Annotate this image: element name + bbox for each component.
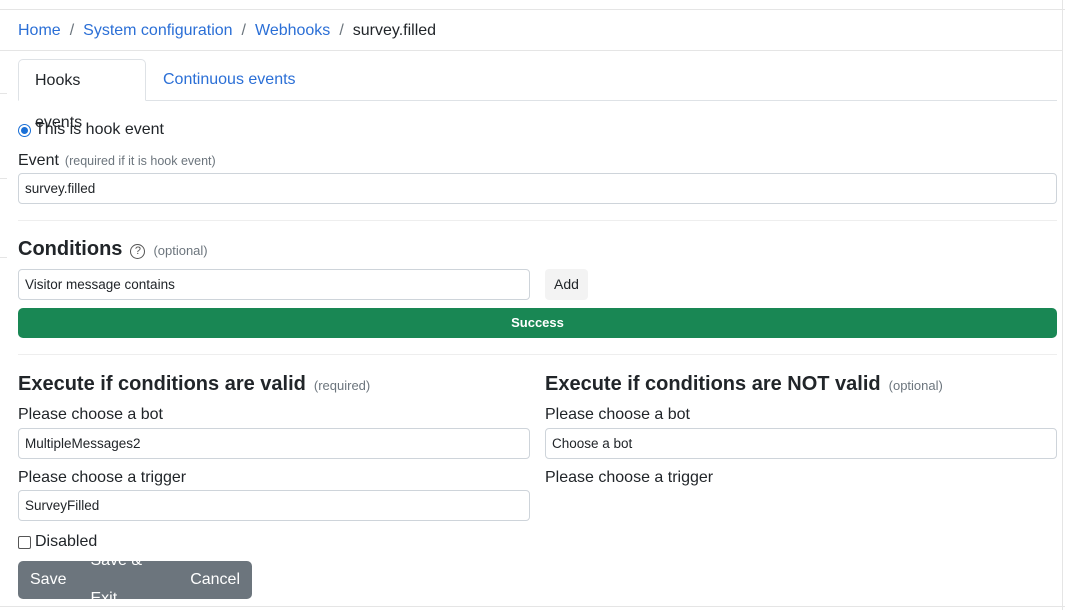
add-condition-button[interactable]: Add [545, 269, 588, 300]
breadcrumb-divider [0, 50, 1062, 51]
invalid-bot-select[interactable]: Choose a bot [545, 428, 1057, 459]
event-label: Event [18, 152, 59, 169]
valid-hint: (required) [313, 378, 371, 393]
invalid-hint: (optional) [888, 378, 943, 393]
save-exit-button[interactable]: Save & Exit [78, 542, 178, 610]
invalid-heading: Execute if conditions are NOT valid (opt… [545, 373, 943, 396]
help-icon[interactable]: ? [130, 244, 146, 259]
invalid-bot-label: Please choose a bot [545, 406, 690, 423]
action-button-group: Save Save & Exit Cancel [18, 552, 252, 607]
hook-event-radio[interactable] [18, 123, 31, 137]
top-border [0, 9, 1065, 10]
valid-trigger-label: Please choose a trigger [18, 469, 187, 486]
hook-event-label: This is hook event [35, 121, 164, 138]
valid-trigger-select[interactable]: SurveyFilled [18, 490, 530, 521]
conditions-heading: Conditions ? (optional) [18, 238, 208, 261]
event-label-row: Event (required if it is hook event) [18, 152, 216, 170]
breadcrumb-current: survey.filled [352, 22, 437, 39]
event-hint: (required if it is hook event) [64, 154, 216, 168]
disabled-checkbox[interactable] [18, 535, 31, 549]
event-input[interactable]: survey.filled [18, 173, 1057, 204]
valid-title: Execute if conditions are valid [18, 373, 306, 395]
divider [18, 354, 1057, 355]
breadcrumb-separator: / [339, 22, 344, 39]
valid-bot-select[interactable]: MultipleMessages2 [18, 428, 530, 459]
save-button[interactable]: Save [18, 561, 78, 599]
breadcrumb-system-configuration[interactable]: System configuration [83, 22, 232, 40]
success-status-bar: Success [18, 308, 1057, 338]
conditions-hint: (optional) [153, 243, 208, 258]
breadcrumb-webhooks[interactable]: Webhooks [255, 22, 330, 40]
right-border [1062, 0, 1063, 610]
condition-type-select[interactable]: Visitor message contains [18, 269, 530, 300]
divider [18, 220, 1057, 221]
cancel-button[interactable]: Cancel [178, 561, 252, 599]
invalid-trigger-label: Please choose a trigger [545, 469, 714, 486]
left-gutter [0, 0, 7, 610]
conditions-title: Conditions [18, 238, 123, 260]
tab-bar: Hooks events Continuous events [18, 59, 1057, 131]
hook-event-option[interactable]: This is hook event [18, 120, 164, 140]
breadcrumb-home[interactable]: Home [18, 22, 61, 40]
invalid-title: Execute if conditions are NOT valid [545, 373, 881, 395]
breadcrumb: Home / System configuration / Webhooks /… [18, 20, 436, 42]
valid-heading: Execute if conditions are valid (require… [18, 373, 370, 396]
breadcrumb-separator: / [241, 22, 246, 39]
breadcrumb-separator: / [69, 22, 75, 39]
tab-continuous-events[interactable]: Continuous events [147, 59, 312, 101]
valid-bot-label: Please choose a bot [18, 406, 163, 423]
tab-hooks-events[interactable]: Hooks events [18, 59, 146, 131]
